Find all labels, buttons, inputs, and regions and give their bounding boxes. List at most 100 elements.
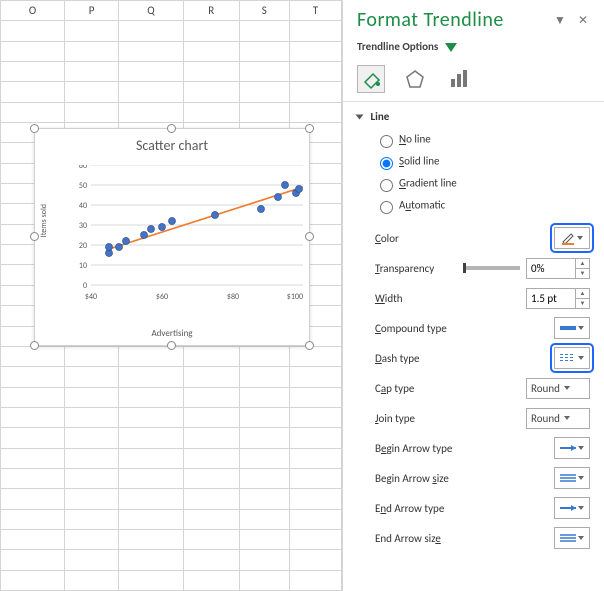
cell[interactable]: [119, 41, 184, 61]
cell[interactable]: [1, 41, 65, 61]
cell[interactable]: [183, 82, 239, 102]
width-spinner[interactable]: ▲▼: [576, 288, 590, 309]
cell[interactable]: [65, 448, 119, 468]
cell[interactable]: [119, 489, 184, 509]
cell[interactable]: [65, 346, 119, 366]
cell[interactable]: [65, 550, 119, 570]
end-arrow-type-picker[interactable]: [554, 497, 590, 519]
cell[interactable]: [183, 407, 239, 427]
cell[interactable]: [183, 41, 239, 61]
begin-arrow-size-picker[interactable]: [554, 467, 590, 489]
cell[interactable]: [1, 489, 65, 509]
radio-automatic[interactable]: Automatic: [375, 195, 590, 217]
cell[interactable]: [119, 570, 184, 590]
end-arrow-size-picker[interactable]: [554, 527, 590, 549]
radio-gradient-line[interactable]: Gradient line: [375, 173, 590, 195]
radio-solid-line[interactable]: Solid line: [375, 151, 590, 173]
cell[interactable]: [119, 509, 184, 529]
cell[interactable]: [289, 62, 341, 82]
col-header[interactable]: T: [289, 1, 341, 21]
chart-plot-area[interactable]: 60 50 40 30 20 10 0 $40 $60 $80 $100: [73, 165, 303, 301]
trendline-options-tab[interactable]: [445, 65, 473, 93]
col-header[interactable]: Q: [119, 1, 184, 21]
cell[interactable]: [1, 509, 65, 529]
cap-type-combo[interactable]: Round: [526, 378, 590, 399]
cell[interactable]: [239, 428, 289, 448]
cell[interactable]: [183, 529, 239, 549]
cell[interactable]: [1, 428, 65, 448]
cell[interactable]: [119, 102, 184, 122]
cell[interactable]: [239, 102, 289, 122]
cell[interactable]: [289, 367, 341, 387]
cell[interactable]: [289, 448, 341, 468]
cell[interactable]: [239, 448, 289, 468]
cell[interactable]: [239, 21, 289, 41]
resize-handle[interactable]: [30, 232, 39, 241]
cell[interactable]: [1, 367, 65, 387]
cell[interactable]: [1, 387, 65, 407]
cell[interactable]: [183, 468, 239, 488]
cell[interactable]: [65, 468, 119, 488]
cell[interactable]: [239, 509, 289, 529]
cell[interactable]: [1, 102, 65, 122]
cell[interactable]: [239, 82, 289, 102]
cell[interactable]: [1, 570, 65, 590]
cell[interactable]: [239, 387, 289, 407]
cell[interactable]: [119, 82, 184, 102]
cell[interactable]: [183, 102, 239, 122]
col-header[interactable]: S: [239, 1, 289, 21]
resize-handle[interactable]: [167, 124, 176, 133]
cell[interactable]: [183, 367, 239, 387]
cell[interactable]: [289, 41, 341, 61]
cell[interactable]: [239, 550, 289, 570]
cell[interactable]: [289, 529, 341, 549]
cell[interactable]: [65, 367, 119, 387]
cell[interactable]: [65, 428, 119, 448]
cell[interactable]: [65, 21, 119, 41]
cell[interactable]: [289, 21, 341, 41]
line-section-header[interactable]: Line: [343, 108, 604, 129]
cell[interactable]: [119, 550, 184, 570]
effects-tab[interactable]: [401, 65, 429, 93]
cell[interactable]: [289, 407, 341, 427]
radio-no-line[interactable]: No line: [375, 129, 590, 151]
resize-handle[interactable]: [167, 341, 176, 350]
cell[interactable]: [289, 509, 341, 529]
cell[interactable]: [183, 21, 239, 41]
resize-handle[interactable]: [30, 341, 39, 350]
task-pane-options-icon[interactable]: ▼: [548, 13, 572, 28]
resize-handle[interactable]: [305, 341, 314, 350]
pane-subheader[interactable]: Trendline Options: [343, 36, 604, 59]
cell[interactable]: [183, 387, 239, 407]
cell[interactable]: [1, 550, 65, 570]
cell[interactable]: [1, 529, 65, 549]
cell[interactable]: [289, 468, 341, 488]
cell[interactable]: [119, 62, 184, 82]
cell[interactable]: [239, 529, 289, 549]
cell[interactable]: [289, 346, 341, 366]
transparency-slider[interactable]: [466, 266, 520, 270]
cell[interactable]: [65, 509, 119, 529]
col-header[interactable]: O: [1, 1, 65, 21]
cell[interactable]: [119, 529, 184, 549]
cell[interactable]: [183, 448, 239, 468]
cell[interactable]: [65, 62, 119, 82]
cell[interactable]: [239, 407, 289, 427]
resize-handle[interactable]: [30, 124, 39, 133]
cell[interactable]: [183, 550, 239, 570]
cell[interactable]: [289, 387, 341, 407]
transparency-spinner[interactable]: ▲▼: [576, 258, 590, 279]
resize-handle[interactable]: [305, 124, 314, 133]
cell[interactable]: [119, 21, 184, 41]
transparency-input[interactable]: [526, 258, 576, 279]
cell[interactable]: [183, 489, 239, 509]
cell[interactable]: [289, 489, 341, 509]
resize-handle[interactable]: [305, 232, 314, 241]
cell[interactable]: [239, 62, 289, 82]
fill-line-tab[interactable]: [357, 65, 385, 93]
cell[interactable]: [1, 82, 65, 102]
cell[interactable]: [239, 367, 289, 387]
cell[interactable]: [1, 21, 65, 41]
dash-type-picker[interactable]: [554, 347, 590, 369]
cell[interactable]: [183, 570, 239, 590]
